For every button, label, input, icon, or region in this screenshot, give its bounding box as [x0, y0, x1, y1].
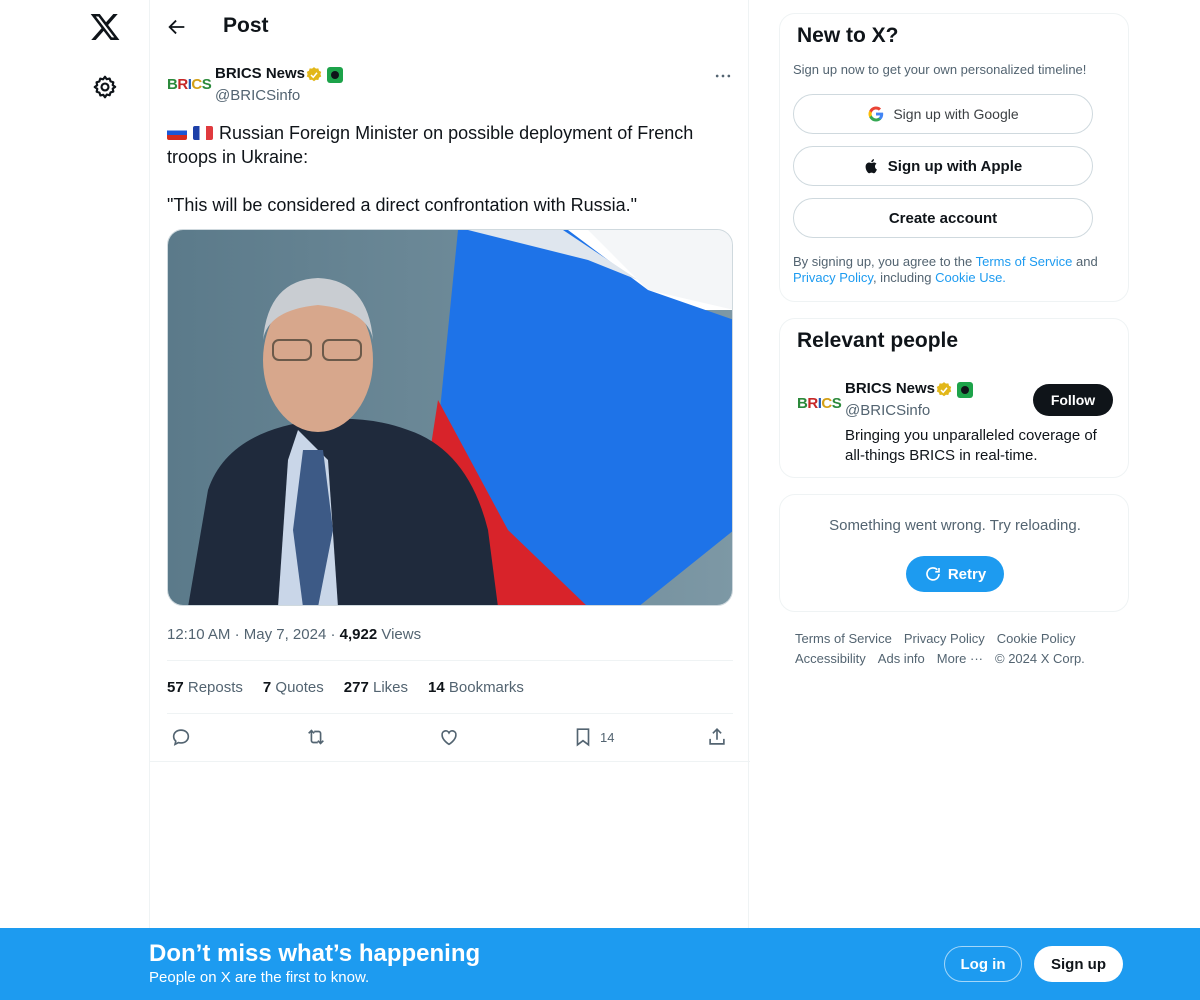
arrow-left-icon[interactable] — [166, 16, 188, 38]
like-button[interactable] — [438, 725, 460, 749]
relevant-people-title: Relevant people — [797, 329, 959, 352]
error-message: Something went wrong. Try reloading. — [829, 517, 1081, 534]
post-time[interactable]: 12:10 AM — [167, 626, 230, 643]
signup-button[interactable]: Sign up — [1034, 946, 1123, 982]
post-text-line2: "This will be considered a direct confro… — [167, 195, 637, 215]
affiliate-badge-icon — [957, 382, 973, 398]
cookie-link[interactable]: Cookie Use. — [935, 270, 1006, 285]
retry-button[interactable]: Retry — [906, 556, 1004, 592]
terms-link[interactable]: Terms of Service — [976, 254, 1073, 269]
reposts-stat[interactable]: 57 Reposts — [167, 679, 243, 696]
bottom-bar-subtitle: People on X are the first to know. — [149, 969, 370, 986]
post-stats: 57 Reposts 7 Quotes 277 Likes 14 Bookmar… — [167, 679, 524, 696]
repost-icon — [308, 729, 324, 745]
refresh-icon — [926, 567, 940, 581]
author-name[interactable]: BRICS News — [215, 65, 305, 82]
views-count: 4,922 — [339, 626, 378, 643]
repost-button[interactable] — [304, 725, 328, 749]
more-icon[interactable] — [713, 66, 733, 86]
signup-legal-text: By signing up, you agree to the Terms of… — [793, 254, 1098, 285]
russia-flag-icon — [167, 126, 187, 140]
avatar[interactable]: BRICS — [167, 71, 212, 99]
signup-google-label: Sign up with Google — [893, 106, 1019, 122]
error-card: Something went wrong. Try reloading. Ret… — [779, 494, 1129, 612]
follow-button[interactable]: Follow — [1033, 384, 1113, 416]
post-text-line1: Russian Foreign Minister on possible dep… — [167, 123, 699, 167]
relevant-people-card: Relevant people BRICS BRICS News @BRICSi… — [779, 318, 1129, 478]
bottom-bar-title: Don’t miss what’s happening — [149, 940, 481, 967]
post-date[interactable]: May 7, 2024 — [244, 626, 327, 643]
likes-stat[interactable]: 277 Likes — [344, 679, 408, 696]
avatar[interactable]: BRICS — [797, 390, 842, 418]
divider — [167, 713, 733, 714]
relevant-handle[interactable]: @BRICSinfo — [845, 402, 930, 419]
google-icon — [868, 106, 884, 122]
views-label: Views — [381, 626, 422, 643]
footer-ads-link[interactable]: Ads info — [878, 649, 925, 669]
photo-minister-with-flag — [168, 230, 732, 605]
signup-card-title: New to X? — [797, 24, 899, 47]
signup-card: New to X? Sign up now to get your own pe… — [779, 13, 1129, 302]
footer-links: Terms of Service Privacy Policy Cookie Pol… — [795, 629, 1115, 669]
post-actions: 14 — [167, 725, 733, 751]
footer-terms-link[interactable]: Terms of Service — [795, 629, 892, 649]
share-button[interactable] — [706, 725, 728, 749]
reply-icon — [172, 729, 190, 746]
footer-accessibility-link[interactable]: Accessibility — [795, 649, 866, 669]
relevant-name[interactable]: BRICS News — [845, 380, 935, 397]
create-account-button[interactable]: Create account — [793, 198, 1093, 238]
quotes-stat[interactable]: 7 Quotes — [263, 679, 324, 696]
post-image[interactable] — [167, 229, 733, 606]
heart-icon — [441, 730, 457, 746]
signup-apple-button[interactable]: Sign up with Apple — [793, 146, 1093, 186]
apple-icon — [865, 159, 877, 174]
retry-label: Retry — [947, 565, 987, 583]
bookmarks-stat: 14 Bookmarks — [428, 679, 524, 696]
footer-more-link[interactable]: More ··· — [937, 649, 983, 669]
bookmark-count: 14 — [600, 729, 615, 745]
reply-button[interactable] — [170, 725, 192, 749]
verified-badge-icon — [936, 382, 952, 397]
footer-privacy-link[interactable]: Privacy Policy — [904, 629, 985, 649]
footer-cookie-link[interactable]: Cookie Policy — [997, 629, 1076, 649]
affiliate-badge-icon — [327, 67, 343, 83]
privacy-link[interactable]: Privacy Policy — [793, 270, 873, 285]
left-nav — [0, 0, 150, 1000]
signup-google-button[interactable]: Sign up with Google — [793, 94, 1093, 134]
bottom-signup-bar: Don’t miss what’s happening People on X … — [0, 928, 1200, 1000]
relevant-bio: Bringing you unparalleled coverage of al… — [845, 427, 1097, 464]
x-logo-icon[interactable] — [89, 11, 121, 43]
signup-apple-label: Sign up with Apple — [887, 157, 1023, 175]
divider — [167, 660, 733, 661]
bookmark-button[interactable]: 14 — [572, 725, 614, 749]
signup-card-subtitle: Sign up now to get your own personalized… — [793, 62, 1087, 77]
bookmark-icon — [576, 728, 590, 747]
divider — [150, 761, 750, 762]
page-title: Post — [223, 14, 269, 37]
share-icon — [709, 728, 725, 745]
france-flag-icon — [193, 126, 213, 140]
author-handle[interactable]: @BRICSinfo — [215, 87, 300, 104]
main-column: Post BRICS BRICS News @BRICSinfo Russian… — [149, 0, 750, 1000]
verified-badge-icon — [306, 67, 322, 82]
create-account-label: Create account — [888, 209, 998, 227]
footer-copyright: © 2024 X Corp. — [995, 651, 1085, 666]
post-header: Post — [150, 0, 750, 53]
post-meta: 12:10 AM · May 7, 2024 · 4,922 Views — [167, 626, 422, 643]
post-text: Russian Foreign Minister on possible dep… — [167, 121, 727, 217]
login-button[interactable]: Log in — [944, 946, 1022, 982]
gear-icon[interactable] — [92, 74, 118, 100]
